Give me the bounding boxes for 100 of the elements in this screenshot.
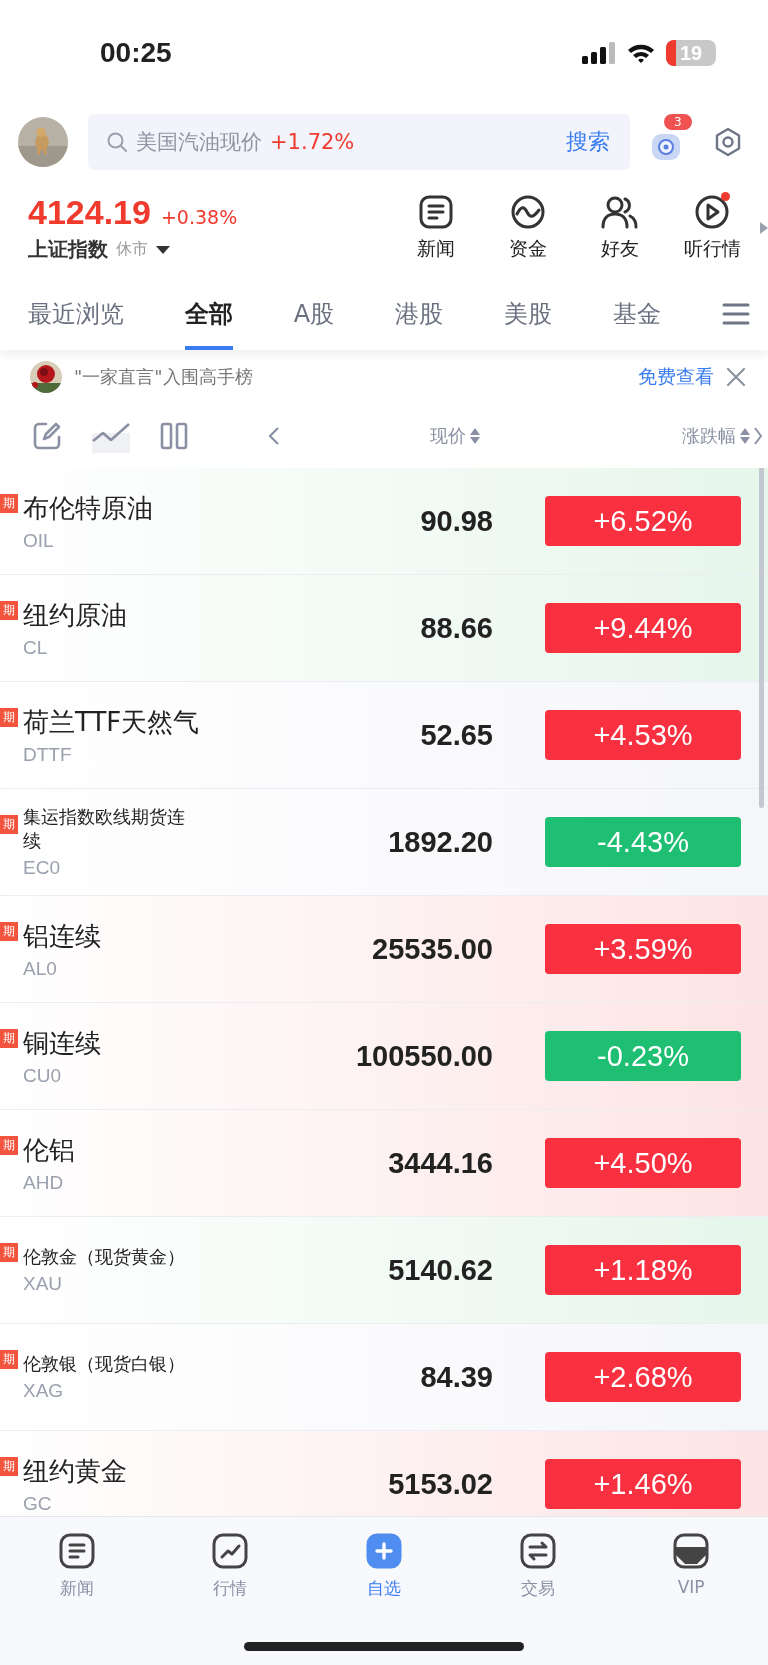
search-field[interactable]: 美国汽油现价 +1.72% 搜索 (88, 114, 630, 170)
tab[interactable]: 基金 (613, 278, 662, 350)
instrument-name: 铝连续 (23, 919, 102, 953)
quote-row[interactable]: 期 布伦特原油 OIL 90.98 +6.52% (0, 468, 768, 575)
change-badge: +4.53% (545, 710, 741, 760)
change-badge: +1.46% (545, 1459, 741, 1509)
instrument-code: AHD (23, 1171, 65, 1194)
search-icon (106, 131, 128, 153)
news-icon (58, 1533, 95, 1569)
change-badge: +2.68% (545, 1352, 741, 1402)
price: 52.65 (419, 718, 494, 752)
edit-icon[interactable] (32, 421, 62, 451)
price: 1892.20 (387, 825, 494, 859)
banner-text: "一家直言"入围高手榜 (74, 365, 254, 389)
market-status: 休市 (116, 239, 148, 260)
scroll-right-icon[interactable] (760, 222, 768, 234)
instrument-name: 荷兰TTF天然气 (23, 705, 201, 739)
quote-row[interactable]: 期 伦敦金（现货黄金） XAU 5140.62 +1.18% (0, 1217, 768, 1324)
tab[interactable]: 全部 (184, 278, 233, 350)
exchange-icon (519, 1533, 556, 1569)
tab[interactable]: 最近浏览 (28, 278, 124, 350)
tab[interactable]: 美股 (504, 278, 553, 350)
dropdown-icon[interactable] (156, 245, 170, 254)
play-icon (694, 194, 730, 230)
news-icon (418, 194, 454, 230)
futures-tag: 期 (0, 921, 18, 941)
price: 5140.62 (387, 1253, 494, 1287)
quote-row[interactable]: 期 荷兰TTF天然气 DTTF 52.65 +4.53% (0, 682, 768, 789)
futures-tag: 期 (0, 1349, 18, 1369)
instrument-name: 伦敦金（现货黄金） (23, 1244, 186, 1269)
instrument-code: XAU (23, 1273, 64, 1296)
price: 84.39 (419, 1360, 494, 1394)
wave-icon (510, 194, 546, 230)
change-badge: +6.52% (545, 496, 741, 546)
instrument-code: CU0 (23, 1064, 62, 1087)
futures-tag: 期 (0, 707, 18, 727)
instrument-name: 伦铝 (23, 1133, 76, 1167)
signal-icon (582, 42, 616, 64)
instrument-name: 伦敦银（现货白银） (23, 1351, 186, 1376)
change-badge: -4.43% (545, 817, 741, 867)
tab[interactable]: 港股 (395, 278, 444, 350)
index-value: 4124.19 (28, 193, 151, 232)
instrument-code: AL0 (23, 957, 58, 980)
quote-row[interactable]: 期 伦铝 AHD 3444.16 +4.50% (0, 1110, 768, 1217)
price: 25535.00 (371, 932, 494, 966)
sort-icon (740, 428, 750, 444)
status-time: 00:25 (100, 37, 172, 69)
price: 3444.16 (387, 1146, 494, 1180)
plus-icon (366, 1533, 402, 1569)
settings-icon[interactable] (714, 127, 742, 157)
futures-tag: 期 (0, 1135, 18, 1155)
search-change: +1.72% (270, 130, 356, 154)
wifi-icon (626, 42, 656, 64)
instrument-code: OIL (23, 529, 55, 552)
change-badge: +4.50% (545, 1138, 741, 1188)
instrument-name: 纽约原油 (23, 598, 128, 632)
search-button[interactable]: 搜索 (566, 127, 610, 157)
instrument-name: 纽约黄金 (23, 1454, 128, 1488)
instrument-name: 集运指数欧线期货连续 (23, 804, 186, 853)
futures-tag: 期 (0, 493, 18, 513)
menu-icon[interactable] (721, 303, 750, 325)
chevron-right-icon[interactable] (754, 427, 762, 445)
change-badge: +9.44% (545, 603, 741, 653)
change-badge: -0.23% (545, 1031, 741, 1081)
tab[interactable]: A股 (293, 278, 335, 350)
price: 100550.00 (354, 1039, 494, 1073)
vip-icon (673, 1533, 710, 1569)
shortcut-button[interactable]: 听行情 (670, 194, 754, 262)
price: 90.98 (419, 504, 494, 538)
quote-row[interactable]: 期 纽约黄金 GC 5153.02 +1.46% (0, 1431, 768, 1516)
instrument-code: GC (23, 1492, 53, 1515)
quote-row[interactable]: 期 铝连续 AL0 25535.00 +3.59% (0, 896, 768, 1003)
search-placeholder: 美国汽油现价 (136, 129, 262, 156)
sort-icon (470, 428, 480, 444)
price: 88.66 (419, 611, 494, 645)
index-change: +0.38% (160, 206, 238, 228)
banner-link[interactable]: 免费查看 (638, 364, 714, 390)
shortcut-button[interactable]: 新闻 (394, 194, 478, 262)
shortcut-button[interactable]: 资金 (486, 194, 570, 262)
instrument-code: EC0 (23, 857, 61, 880)
chart-icon (212, 1533, 249, 1569)
columns-icon[interactable] (160, 422, 188, 450)
futures-tag: 期 (0, 1028, 18, 1048)
quote-row[interactable]: 期 集运指数欧线期货连续 EC0 1892.20 -4.43% (0, 789, 768, 896)
quote-row[interactable]: 期 伦敦银（现货白银） XAG 84.39 +2.68% (0, 1324, 768, 1431)
futures-tag: 期 (0, 1456, 18, 1476)
quote-row[interactable]: 期 纽约原油 CL 88.66 +9.44% (0, 575, 768, 682)
futures-tag: 期 (0, 600, 18, 620)
index-name[interactable]: 上证指数 (28, 236, 108, 263)
change-badge: +3.59% (545, 924, 741, 974)
quote-row[interactable]: 期 铜连续 CU0 100550.00 -0.23% (0, 1003, 768, 1110)
people-icon (601, 194, 639, 230)
nav-tab[interactable]: 自选 (324, 1533, 444, 1600)
chevron-left-icon[interactable] (268, 426, 280, 446)
close-icon[interactable] (726, 367, 746, 387)
instrument-code: DTTF (23, 743, 73, 766)
futures-tag: 期 (0, 814, 18, 834)
price: 5153.02 (387, 1467, 494, 1501)
shortcut-button[interactable]: 好友 (578, 194, 662, 262)
change-badge: +1.18% (545, 1245, 741, 1295)
